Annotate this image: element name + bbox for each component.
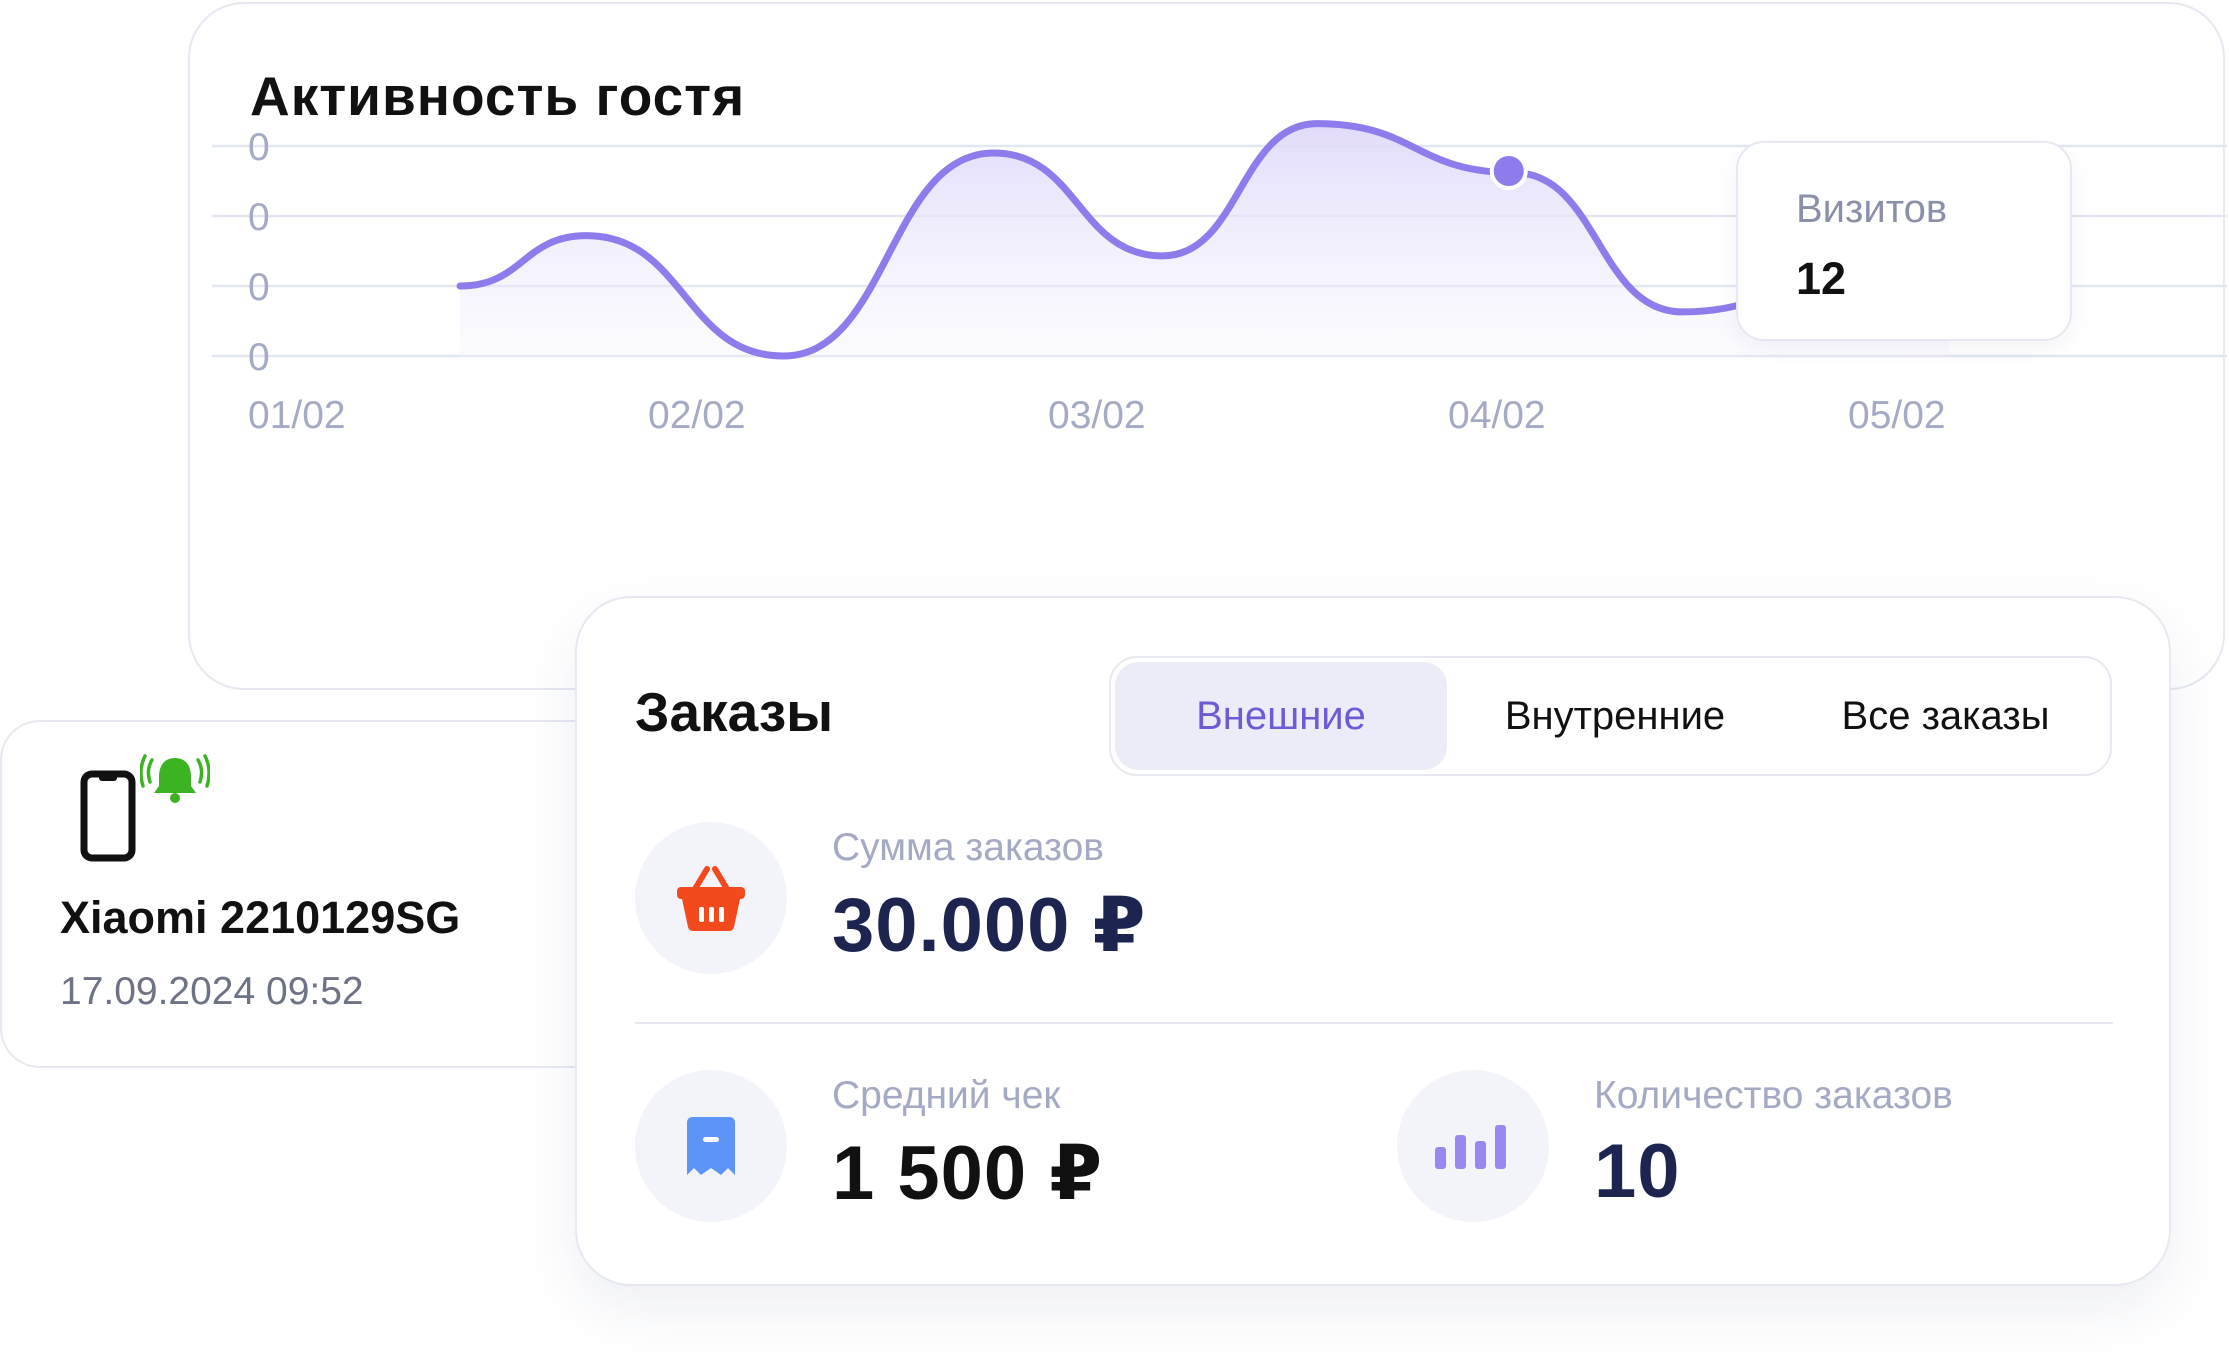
- orders-card: Заказы Внешние Внутренние Все заказы Сум…: [575, 596, 2171, 1286]
- device-card: Xiaomi 2210129SG 17.09.2024 09:52: [0, 720, 640, 1068]
- x-tick-label: 04/02: [1448, 394, 1546, 437]
- y-tick-label: 0: [248, 266, 270, 309]
- device-name: Xiaomi 2210129SG: [60, 892, 461, 943]
- y-tick-label: 0: [248, 126, 270, 169]
- tooltip-label: Визитов: [1796, 187, 1948, 231]
- tab-all-orders[interactable]: Все заказы: [1783, 662, 2108, 770]
- receipt-icon-circle: [635, 1070, 787, 1222]
- orders-count-label: Количество заказов: [1594, 1074, 1953, 1117]
- activity-title: Активность гостя: [250, 65, 746, 127]
- bar-chart-icon: [1435, 1125, 1506, 1169]
- basket-icon: [677, 866, 745, 931]
- x-tick-label: 02/02: [648, 394, 746, 437]
- orders-tabs: Внешние Внутренние Все заказы: [1109, 656, 2112, 776]
- tooltip-value: 12: [1796, 253, 1847, 304]
- orders-title: Заказы: [635, 681, 834, 743]
- x-tick-label: 03/02: [1048, 394, 1146, 437]
- orders-sum-value: 30.000 ₽: [832, 883, 1147, 968]
- activity-highlight-point[interactable]: [1489, 152, 1528, 190]
- x-tick-label: 05/02: [1848, 394, 1946, 437]
- average-check-value: 1 500 ₽: [832, 1131, 1104, 1216]
- divider: [635, 1022, 2113, 1024]
- orders-count-value: 10: [1594, 1129, 1681, 1214]
- y-tick-label: 0: [248, 336, 270, 379]
- orders-sum-label: Сумма заказов: [832, 826, 1104, 869]
- tab-external[interactable]: Внешние: [1115, 662, 1447, 770]
- x-tick-label: 01/02: [248, 394, 346, 437]
- bar-chart-icon-circle: [1397, 1070, 1549, 1222]
- visits-tooltip: Визитов 12: [1736, 141, 2072, 341]
- device-datetime: 17.09.2024 09:52: [60, 970, 364, 1013]
- phone-icon: [80, 770, 136, 862]
- basket-icon-circle: [635, 822, 787, 974]
- y-tick-label: 0: [248, 196, 270, 239]
- receipt-icon: [687, 1117, 735, 1175]
- tab-internal[interactable]: Внутренние: [1449, 662, 1781, 770]
- guest-activity-card: 0 0 0 0 01/02 02/02 03/02 04/02 05/02 Активность…: [188, 2, 2227, 690]
- average-check-label: Средний чек: [832, 1074, 1061, 1117]
- bell-ringing-icon: [140, 754, 210, 803]
